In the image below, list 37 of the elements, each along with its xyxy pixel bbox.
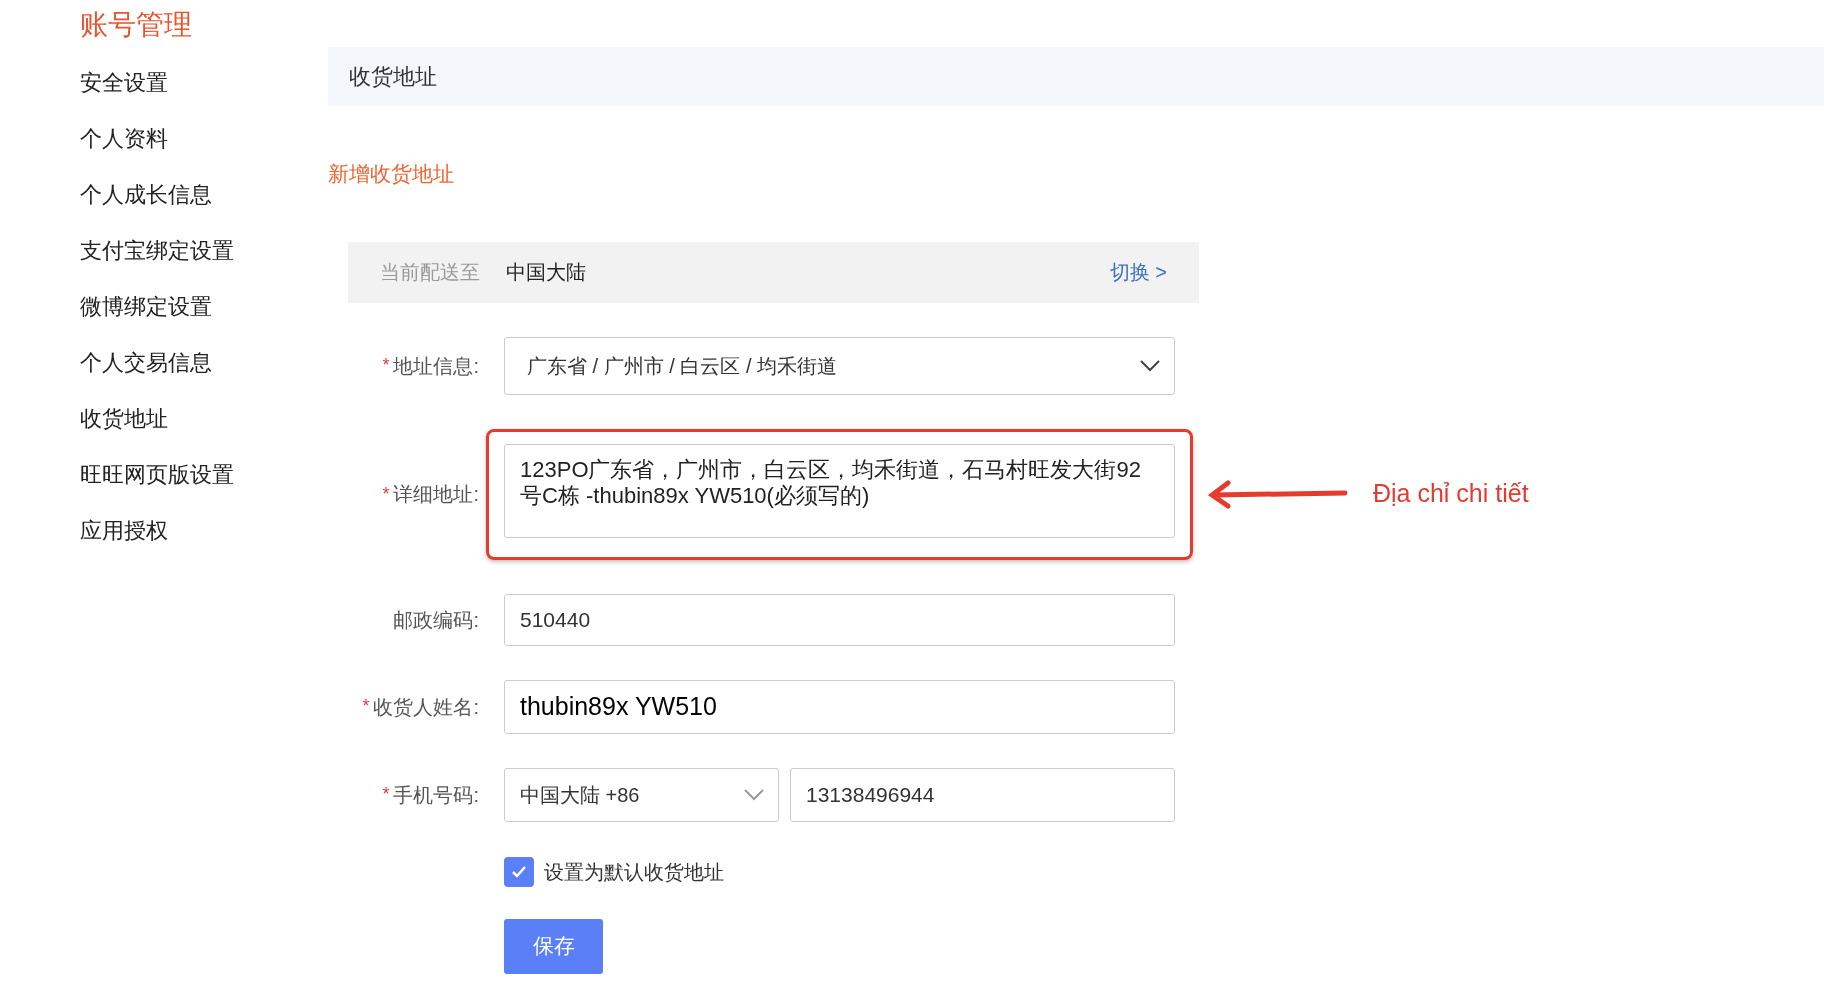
sidebar-item[interactable]: 安全设置 (80, 68, 168, 98)
checkmark-icon (511, 865, 527, 878)
default-address-checkbox[interactable] (504, 856, 534, 887)
field-label: 手机号码: (393, 782, 479, 808)
field-label: 地址信息: (393, 353, 479, 379)
annotation-text: Địa chỉ chi tiết (1373, 478, 1529, 510)
sidebar-item[interactable]: 个人交易信息 (80, 348, 212, 378)
sidebar-item[interactable]: 应用授权 (80, 516, 168, 546)
sidebar-item[interactable]: 支付宝绑定设置 (80, 236, 234, 266)
sidebar-item[interactable]: 微博绑定设置 (80, 292, 212, 322)
save-button[interactable]: 保存 (504, 918, 603, 974)
required-asterisk: * (382, 482, 390, 506)
sidebar-item[interactable]: 个人成长信息 (80, 180, 212, 210)
sidebar-title: 账号管理 (80, 8, 193, 42)
phone-number-field[interactable]: 13138496944 (790, 767, 1175, 822)
delivery-label: 当前配送至 (380, 260, 480, 285)
switch-link[interactable]: 切换 > (1109, 257, 1167, 287)
arrow-left-icon (1208, 479, 1348, 509)
postal-code-field[interactable]: 510440 (504, 593, 1175, 646)
sidebar-item[interactable]: 旺旺网页版设置 (80, 460, 234, 490)
checkbox-label: 设置为默认收货地址 (544, 859, 724, 885)
required-asterisk: * (382, 783, 390, 806)
country-code-select[interactable]: 中国大陆 +86 (504, 767, 779, 822)
delivery-region: 中国大陆 (506, 260, 586, 285)
sidebar-item[interactable]: 个人资料 (80, 124, 168, 154)
field-label: 邮政编码: (393, 607, 479, 633)
chevron-down-icon (1140, 359, 1160, 372)
field-label: 详细地址: (393, 482, 479, 507)
chevron-down-icon (744, 788, 764, 801)
section-title: 收货地址 (349, 63, 437, 91)
address-select[interactable]: 广东省 / 广州市 / 白云区 / 均禾街道 (504, 336, 1175, 395)
recipient-name-field[interactable]: thubin89x YW510 (504, 679, 1175, 734)
sidebar-item[interactable]: 收货地址 (80, 404, 168, 434)
required-asterisk: * (362, 695, 370, 718)
field-label: 收货人姓名: (373, 694, 479, 720)
required-asterisk: * (382, 354, 390, 377)
detail-address-field[interactable]: 123PO广东省，广州市，白云区，均禾街道，石马村旺发大街92号C栋 -thubin89x YW510(必须写的) (504, 443, 1175, 538)
